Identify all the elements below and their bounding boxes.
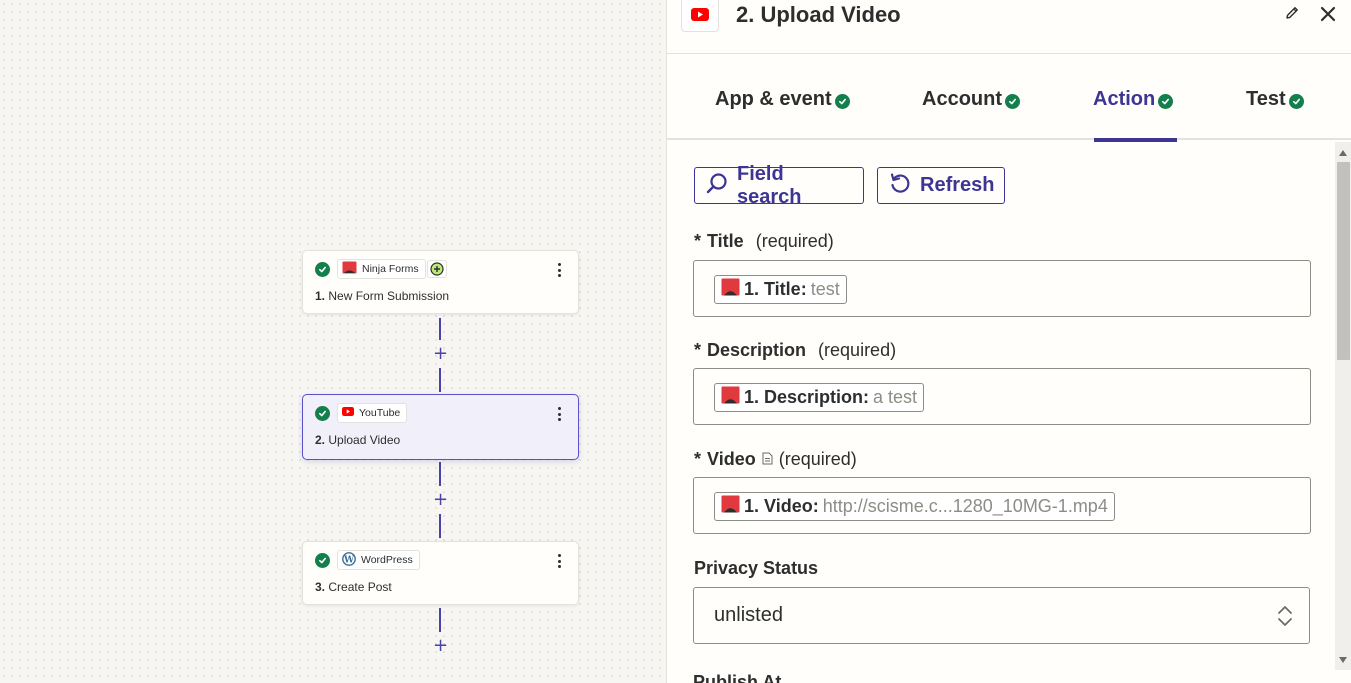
more-options-icon[interactable] — [554, 404, 564, 424]
tab-app-event[interactable]: App & event — [715, 84, 850, 114]
add-step-button[interactable]: + — [433, 637, 448, 655]
connector-line — [439, 514, 441, 538]
step-card-2[interactable]: YouTube 2. Upload Video — [302, 394, 579, 460]
connector-line — [439, 462, 441, 486]
mapped-value-pill[interactable]: 1. Title: test — [714, 275, 847, 304]
file-icon — [762, 449, 773, 470]
field-search-button[interactable]: Field search — [694, 163, 864, 208]
mapped-value-pill[interactable]: 1. Description: a test — [714, 383, 925, 412]
app-name: YouTube — [359, 407, 401, 419]
scroll-up-icon[interactable] — [1339, 150, 1347, 156]
step-card-3[interactable]: W WordPress 3. Create Post — [302, 541, 579, 605]
refresh-button[interactable]: Refresh — [877, 167, 1005, 204]
connector-line — [439, 368, 441, 392]
scrollbar-thumb[interactable] — [1337, 162, 1350, 360]
step-title: 3. Create Post — [315, 580, 392, 594]
tab-action[interactable]: Action — [1093, 84, 1174, 114]
search-icon — [705, 171, 729, 201]
step-card-1[interactable]: Ninja Forms 1. New Form Submission — [302, 250, 579, 314]
refresh-icon — [888, 171, 912, 201]
tab-account[interactable]: Account — [922, 84, 1020, 114]
app-badge: Ninja Forms — [337, 259, 426, 279]
ninja-forms-icon — [721, 386, 740, 409]
success-check-icon — [1288, 93, 1304, 109]
success-check-icon — [834, 93, 850, 109]
step-tabs: App & event Account Action Test — [667, 54, 1351, 142]
scroll-down-icon[interactable] — [1339, 657, 1347, 663]
connector-line — [439, 318, 441, 340]
ninja-forms-icon — [342, 261, 357, 277]
wordpress-icon: W — [342, 551, 356, 569]
ninja-forms-icon — [721, 495, 740, 518]
privacy-status-select[interactable]: unlisted — [693, 587, 1310, 644]
video-field[interactable]: 1. Video: http://scisme.c...1280_10MG-1.… — [693, 477, 1311, 534]
app-name: WordPress — [361, 554, 413, 566]
app-name: Ninja Forms — [362, 263, 419, 275]
success-check-icon — [1005, 93, 1020, 109]
connector-line — [439, 608, 441, 632]
success-check-icon — [1158, 93, 1174, 109]
svg-text:W: W — [343, 555, 355, 565]
privacy-status-label: Privacy Status — [694, 558, 819, 578]
mapped-value-pill[interactable]: 1. Video: http://scisme.c...1280_10MG-1.… — [714, 492, 1115, 521]
step-title: 2. Upload Video — [315, 433, 401, 447]
success-check-icon — [315, 262, 330, 277]
active-tab-indicator — [1094, 138, 1177, 142]
step-title: 1. New Form Submission — [315, 289, 450, 303]
panel-header: 2. Upload Video — [667, 0, 1351, 54]
ninja-forms-icon — [721, 278, 740, 301]
panel-title: 2. Upload Video — [736, 2, 901, 27]
add-step-button[interactable]: + — [433, 491, 448, 509]
youtube-icon — [681, 0, 719, 32]
title-field-label: * Title (required) — [694, 231, 834, 251]
success-check-icon — [315, 406, 330, 421]
panel-scrollbar[interactable] — [1335, 142, 1351, 670]
title-field[interactable]: 1. Title: test — [693, 260, 1311, 317]
add-step-button[interactable]: + — [433, 345, 448, 363]
video-field-label: * Video (required) — [694, 449, 857, 470]
description-field[interactable]: 1. Description: a test — [693, 368, 1311, 425]
success-check-icon — [315, 553, 330, 568]
pencil-edit-icon[interactable] — [1284, 5, 1300, 21]
next-field-label: Publish At — [693, 672, 782, 683]
up-down-chevron-icon — [1277, 604, 1293, 634]
step-editor-panel: 2. Upload Video App & event Account Acti… — [666, 0, 1351, 683]
app-badge: W WordPress — [337, 550, 420, 570]
more-options-icon[interactable] — [554, 551, 564, 571]
description-field-label: * Description (required) — [694, 340, 897, 360]
more-options-icon[interactable] — [554, 260, 564, 280]
close-icon[interactable] — [1319, 5, 1337, 23]
youtube-icon — [342, 407, 354, 419]
app-badge: YouTube — [337, 403, 408, 423]
tab-test[interactable]: Test — [1246, 84, 1304, 114]
trigger-plus-badge-icon[interactable] — [427, 260, 447, 278]
